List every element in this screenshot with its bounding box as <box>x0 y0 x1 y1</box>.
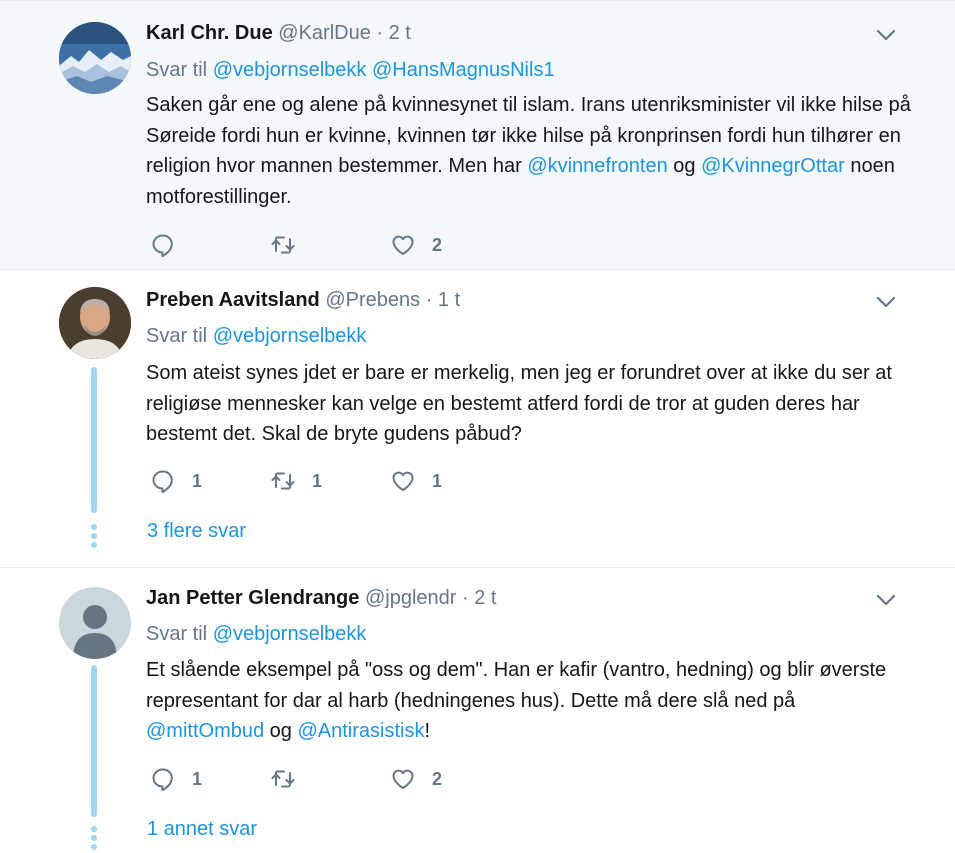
heart-icon <box>392 471 414 491</box>
author-name[interactable]: Jan Petter Glendrange <box>146 587 359 609</box>
mention-link[interactable]: @HansMagnusNils1 <box>372 59 555 81</box>
thread-line <box>91 367 97 513</box>
reply-to: Svar til @vebjornselbekk <box>146 325 366 348</box>
heart-icon <box>392 235 414 255</box>
timestamp[interactable]: 1 t <box>438 289 460 311</box>
reply-to-label: Svar til <box>146 59 208 81</box>
tweet-text-part: Som ateist synes jdet er bare er merkeli… <box>146 362 892 445</box>
mention-link[interactable]: @kvinnefronten <box>527 155 667 177</box>
like-button[interactable]: 2 <box>390 764 442 794</box>
reply-to-label: Svar til <box>146 325 208 347</box>
author-name[interactable]: Karl Chr. Due <box>146 22 273 44</box>
separator: · <box>376 22 384 44</box>
tweet-text-part: og <box>667 155 702 177</box>
chevron-down-icon[interactable] <box>876 295 896 309</box>
retweet-icon <box>271 472 295 490</box>
reply-count: 1 <box>192 768 203 789</box>
default-avatar-icon <box>59 587 131 659</box>
reply-button[interactable]: 1 <box>150 764 202 794</box>
like-button[interactable]: 2 <box>390 230 442 260</box>
mention-link[interactable]: @vebjornselbekk <box>213 325 367 347</box>
mention-link[interactable]: @vebjornselbekk <box>213 623 367 645</box>
reply-icon <box>152 768 173 792</box>
more-replies-link[interactable]: 3 flere svar <box>147 520 246 543</box>
tweet-text: Som ateist synes jdet er bare er merkeli… <box>146 358 916 450</box>
reply-to-label: Svar til <box>146 623 208 645</box>
avatar[interactable] <box>59 587 131 659</box>
mention-link[interactable]: @mittOmbud <box>146 720 264 742</box>
chevron-down-icon[interactable] <box>876 28 896 42</box>
chevron-down-icon[interactable] <box>876 593 896 607</box>
reply-button[interactable]: 1 <box>150 466 202 496</box>
tweet-header: Preben Aavitsland @Prebens · 1 t <box>146 289 460 312</box>
mention-link[interactable]: @Antirasistisk <box>297 720 424 742</box>
like-count: 2 <box>432 234 443 255</box>
retweet-icon <box>271 236 295 254</box>
reply-to: Svar til @vebjornselbekk @HansMagnusNils… <box>146 59 555 82</box>
tweet-text-part: og <box>264 720 298 742</box>
mention-link[interactable]: @vebjornselbekk <box>213 59 367 81</box>
timestamp[interactable]: 2 t <box>389 22 411 44</box>
avatar[interactable] <box>59 22 131 94</box>
tweet-text: Et slående eksempel på "oss og dem". Han… <box>146 655 916 747</box>
author-handle[interactable]: @Prebens <box>325 289 420 311</box>
tweet-header: Karl Chr. Due @KarlDue · 2 t <box>146 22 411 45</box>
profile-photo-icon <box>59 287 131 359</box>
tweet-text-part: Et slående eksempel på "oss og dem". Han… <box>146 659 887 712</box>
like-count: 2 <box>432 768 443 789</box>
retweet-button[interactable] <box>270 230 312 260</box>
tweet[interactable]: Jan Petter Glendrange @jpglendr · 2 t Sv… <box>0 568 955 852</box>
tweet-actions: 2 <box>146 230 546 260</box>
thread-line <box>91 665 97 817</box>
tweet-actions: 1 1 1 <box>146 466 546 496</box>
author-name[interactable]: Preben Aavitsland <box>146 289 320 311</box>
tweet-text-part: ! <box>424 720 431 742</box>
reply-icon <box>152 234 173 258</box>
separator: · <box>425 289 433 311</box>
author-handle[interactable]: @KarlDue <box>278 22 371 44</box>
thread-dots <box>91 826 97 853</box>
mountain-landscape-icon <box>59 22 131 94</box>
retweet-count: 1 <box>312 470 323 491</box>
tweet[interactable]: Preben Aavitsland @Prebens · 1 t Svar ti… <box>0 270 955 568</box>
reply-count: 1 <box>192 470 203 491</box>
tweet-actions: 1 2 <box>146 764 546 794</box>
mention-link[interactable]: @KvinnegrOttar <box>701 155 845 177</box>
tweet[interactable]: Karl Chr. Due @KarlDue · 2 t Svar til @v… <box>0 0 955 270</box>
avatar[interactable] <box>59 287 131 359</box>
reply-to: Svar til @vebjornselbekk <box>146 623 366 646</box>
timestamp[interactable]: 2 t <box>474 587 496 609</box>
like-button[interactable]: 1 <box>390 466 442 496</box>
reply-icon <box>152 470 173 494</box>
tweet-text: Saken går ene og alene på kvinnesynet ti… <box>146 90 916 212</box>
reply-button[interactable] <box>150 230 192 260</box>
author-handle[interactable]: @jpglendr <box>365 587 456 609</box>
retweet-icon <box>271 770 295 788</box>
more-replies-link[interactable]: 1 annet svar <box>147 818 257 841</box>
thread-dots <box>91 524 97 551</box>
separator: · <box>462 587 469 609</box>
retweet-button[interactable]: 1 <box>270 466 322 496</box>
retweet-button[interactable] <box>270 764 312 794</box>
heart-icon <box>392 769 414 789</box>
like-count: 1 <box>432 470 443 491</box>
tweet-header: Jan Petter Glendrange @jpglendr · 2 t <box>146 587 496 610</box>
